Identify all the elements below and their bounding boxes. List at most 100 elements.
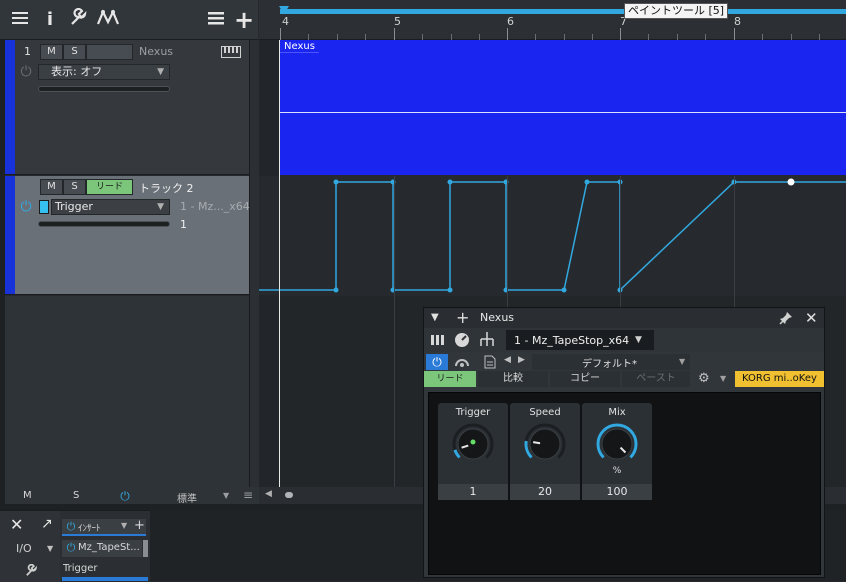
next-preset-icon[interactable]: ▶ (518, 355, 525, 365)
prev-preset-icon[interactable]: ◀ (504, 355, 511, 365)
gauge-icon[interactable] (454, 332, 470, 351)
mute-button[interactable]: M (40, 179, 63, 195)
plugin-window[interactable]: ▼ + Nexus ✕ 1 - Mz_TapeStop_x64 ▼ ⏻ ◀ ▶ … (423, 307, 825, 578)
volume-slider[interactable] (38, 86, 170, 92)
mute-all-button[interactable]: M (23, 490, 32, 501)
keyboard-icon[interactable] (221, 46, 241, 61)
menu-icon[interactable]: ≡ (243, 488, 253, 502)
chevron-down-icon[interactable]: ▼ (121, 521, 127, 530)
info-icon[interactable]: i (38, 8, 62, 32)
plugin-editor: Trigger 1 Speed 20 Mix% 100 (428, 392, 821, 575)
automation-point[interactable] (561, 287, 567, 293)
read-mode-button[interactable] (86, 44, 133, 60)
chevron-down-icon[interactable]: ▼ (47, 544, 53, 553)
power-icon[interactable]: ⏻ (118, 489, 132, 503)
track-header-1[interactable]: 1 M S Nexus ⏻ 表示: オフ ▼ (5, 40, 249, 175)
knob-speed[interactable]: Speed 20 (510, 403, 580, 500)
expand-icon[interactable]: ↗ (41, 516, 53, 532)
solo-button[interactable]: S (63, 44, 86, 60)
paste-button[interactable]: ペースト (622, 371, 690, 387)
scroll-left-icon[interactable]: ◀ (265, 489, 272, 499)
wrench-icon[interactable] (66, 7, 90, 32)
automation-point[interactable] (447, 287, 453, 293)
chevron-down-icon[interactable]: ▼ (223, 491, 229, 500)
menu-icon[interactable] (204, 8, 228, 32)
automation-icon[interactable] (96, 8, 120, 32)
knob-dial[interactable] (448, 419, 498, 469)
mute-button[interactable]: M (40, 44, 63, 60)
parameter-dropdown[interactable]: Trigger ▼ (51, 199, 170, 215)
parameter-color-swatch[interactable] (39, 200, 49, 214)
automation-slider[interactable] (38, 221, 170, 227)
plus-icon[interactable]: + (134, 518, 145, 533)
track-color-strip[interactable] (5, 40, 15, 174)
wrench-icon[interactable] (24, 563, 38, 581)
read-mode-button[interactable]: リード (86, 179, 133, 195)
gear-icon[interactable]: ⚙ (698, 371, 710, 386)
track-name[interactable]: Nexus (139, 45, 173, 58)
automation-envelope[interactable] (259, 176, 846, 295)
power-icon[interactable]: ⏻ (19, 200, 33, 214)
send-level-bar[interactable] (62, 577, 148, 581)
collapse-icon[interactable]: ▼ (431, 312, 439, 323)
knob-value[interactable]: 20 (510, 484, 580, 500)
copy-button[interactable]: コピー (550, 371, 620, 387)
track-color-strip[interactable] (5, 176, 15, 294)
knob-trigger[interactable]: Trigger 1 (438, 403, 508, 500)
compare-button[interactable]: 比較 (478, 371, 548, 387)
pin-icon[interactable] (779, 311, 793, 328)
insert-slot[interactable]: ⏻ Mz_TapeSt... (62, 540, 142, 557)
instance-selector[interactable]: 1 - Mz_TapeStop_x64 ▼ (506, 330, 654, 350)
close-icon[interactable]: ✕ (10, 515, 23, 534)
plugin-titlebar[interactable]: ▼ + Nexus ✕ (424, 308, 824, 328)
close-icon[interactable]: ✕ (805, 309, 818, 327)
plus-icon[interactable]: + (232, 8, 256, 32)
knob-dial[interactable] (520, 419, 570, 469)
knob-value[interactable]: 1 (438, 484, 508, 500)
power-icon[interactable]: ⏻ (64, 541, 78, 555)
read-mode-button[interactable]: リード (424, 371, 476, 387)
preset-file-icon[interactable] (484, 355, 496, 372)
insert-plugin-name[interactable]: Mz_TapeSt... (78, 542, 140, 553)
knob-value[interactable]: 100 (582, 484, 652, 500)
automation-point[interactable] (333, 179, 339, 185)
instrument-clip[interactable] (280, 40, 846, 175)
display-dropdown[interactable]: 表示: オフ ▼ (38, 64, 170, 80)
automation-point[interactable] (584, 179, 590, 185)
automation-point[interactable] (787, 178, 795, 186)
io-button[interactable]: I/O (16, 542, 32, 555)
track-name[interactable]: トラック 2 (139, 180, 194, 196)
playhead-marker[interactable] (279, 6, 289, 14)
header-splitter[interactable] (249, 40, 259, 487)
automation-target[interactable]: 1 - Mz..._x64 (180, 200, 250, 213)
midi-device-button[interactable]: KORG mi..oKey (735, 371, 824, 387)
knob-mix[interactable]: Mix% 100 (582, 403, 652, 500)
loop-range-bar[interactable] (280, 9, 846, 14)
solo-all-button[interactable]: S (73, 490, 79, 501)
knob-label: Mix (608, 407, 626, 418)
chevron-down-icon: ▼ (157, 202, 164, 212)
track-header-2[interactable]: M S リード トラック 2 ⏻ Trigger ▼ 1 - Mz..._x64 … (5, 176, 250, 295)
list-icon[interactable] (8, 8, 32, 32)
track-height-preset[interactable]: 標準 (177, 490, 197, 505)
routing-icon[interactable] (478, 331, 496, 352)
sidechain-icon[interactable] (454, 356, 470, 371)
plus-icon[interactable]: + (456, 308, 469, 327)
power-icon[interactable]: ⏻ (19, 65, 33, 79)
plugin-power-button[interactable]: ⏻ (426, 354, 448, 370)
ruler-bar-5: 5 (394, 15, 401, 28)
solo-button[interactable]: S (63, 179, 86, 195)
rack-icon[interactable] (430, 333, 446, 350)
automation-point[interactable] (447, 179, 453, 185)
automation-point[interactable] (333, 287, 339, 293)
chevron-down-icon[interactable]: ▼ (720, 374, 726, 383)
timeline-ruler[interactable] (259, 0, 846, 40)
insert-header[interactable]: ⏻ ｲﾝｻｰﾄ ▼ + (62, 518, 146, 536)
ruler-bar-8: 8 (734, 15, 741, 28)
insert-scrollbar[interactable] (143, 540, 148, 557)
knob-dial[interactable] (592, 419, 642, 469)
power-icon[interactable]: ⏻ (64, 520, 78, 534)
automation-line[interactable] (259, 181, 846, 292)
scroll-thumb[interactable] (285, 492, 293, 498)
preset-selector[interactable]: デフォルト* ▼ (532, 354, 690, 370)
